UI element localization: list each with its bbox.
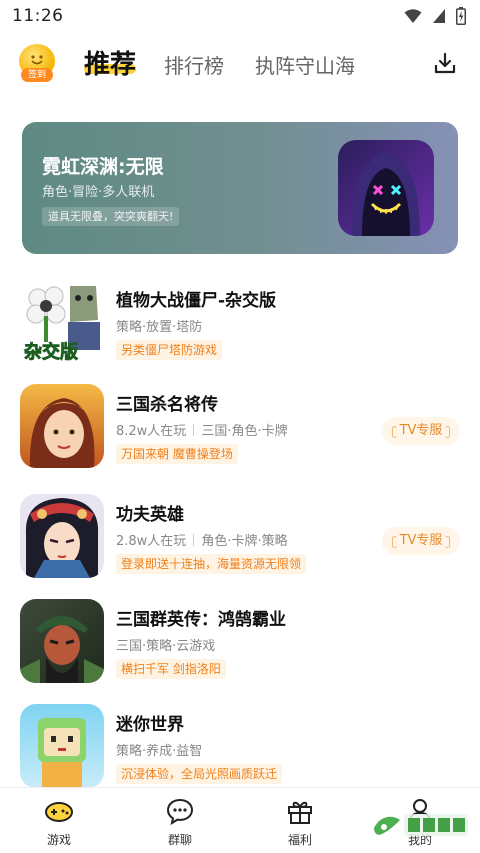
svg-text:杂交版: 杂交版 <box>24 341 78 363</box>
status-icons <box>404 7 466 25</box>
tab-ranking[interactable]: 排行榜 <box>164 50 224 79</box>
game-icon-mini-world <box>20 704 104 788</box>
game-category: 三国·策略·云游戏 <box>116 639 216 654</box>
nav-welfare[interactable]: 福利 <box>260 796 340 852</box>
game-title: 三国杀名将传 <box>116 395 218 415</box>
battery-charging-icon <box>456 7 466 25</box>
wifi-icon <box>404 9 422 23</box>
game-list-item[interactable]: 三国杀名将传 8.2w人在玩 三国·角色·卡牌 万国来朝 魔曹操登场 TV专服 <box>20 384 460 484</box>
game-tag: 横扫千军 剑指洛阳 <box>116 659 226 679</box>
game-tag: 沉浸体验，全局光照画质跃迁 <box>116 764 283 784</box>
tv-server-badge: TV专服 <box>382 417 460 445</box>
game-list-item[interactable]: 杂交版 植物大战僵尸-杂交版 策略·放置·塔防 另类僵尸塔防游戏 <box>20 280 460 380</box>
player-count: 8.2w人在玩 <box>116 424 187 439</box>
game-tag: 万国来朝 魔曹操登场 <box>116 444 238 464</box>
checkin-button[interactable]: 签到 <box>18 44 56 84</box>
game-category: 策略·养成·益智 <box>116 744 203 759</box>
game-meta: 策略·放置·塔防 <box>116 316 202 335</box>
tab-defend-mountains[interactable]: 执阵守山海 <box>255 50 355 79</box>
game-icon-sanguo-qunying <box>20 599 104 683</box>
game-category: 角色·卡牌·策略 <box>201 534 288 549</box>
status-time: 11:26 <box>12 6 64 26</box>
nav-group-chat[interactable]: 群聊 <box>140 796 220 852</box>
game-meta: 策略·养成·益智 <box>116 740 202 759</box>
game-title: 植物大战僵尸-杂交版 <box>116 291 277 311</box>
game-category: 三国·角色·卡牌 <box>201 424 288 439</box>
meta-divider <box>193 423 195 436</box>
download-button[interactable] <box>430 48 460 78</box>
chat-bubble-icon <box>166 798 194 826</box>
game-category: 策略·放置·塔防 <box>116 320 203 335</box>
game-tag: 登录即送十连抽，海量资源无限领 <box>116 554 307 574</box>
game-meta: 2.8w人在玩 角色·卡牌·策略 <box>116 530 288 549</box>
tv-server-badge: TV专服 <box>382 527 460 555</box>
game-icon-sanguosha <box>20 384 104 468</box>
game-meta: 8.2w人在玩 三国·角色·卡牌 <box>116 420 288 439</box>
checkin-badge: 签到 <box>21 68 53 82</box>
game-list-item[interactable]: 三国群英传：鸿鹄霸业 三国·策略·云游戏 横扫千军 剑指洛阳 <box>20 599 460 699</box>
gift-icon <box>288 801 312 824</box>
nav-label: 游戏 <box>46 833 71 847</box>
banner-game-art <box>338 140 434 236</box>
featured-banner[interactable]: 霓虹深渊:无限 角色·冒险·多人联机 道具无限叠，突突爽翻天! <box>22 122 458 254</box>
game-title: 功夫英雄 <box>116 505 184 525</box>
game-title: 迷你世界 <box>116 715 184 735</box>
game-meta: 三国·策略·云游戏 <box>116 635 215 654</box>
player-count: 2.8w人在玩 <box>116 534 187 549</box>
nav-label: 福利 <box>287 833 312 847</box>
banner-tag: 道具无限叠，突突爽翻天! <box>42 207 180 226</box>
smile-icon <box>31 55 43 65</box>
game-icon-kungfu-hero <box>20 494 104 578</box>
nav-label: 群聊 <box>167 833 192 847</box>
game-list-item[interactable]: 功夫英雄 2.8w人在玩 角色·卡牌·策略 登录即送十连抽，海量资源无限领 TV… <box>20 494 460 594</box>
banner-title: 霓虹深渊:无限 <box>42 156 164 178</box>
cellular-signal-icon <box>433 9 445 23</box>
gamepad-icon <box>45 802 73 822</box>
download-icon <box>434 52 456 74</box>
top-nav: 签到 推荐 排行榜 执阵守山海 <box>0 38 480 90</box>
banner-subtitle: 角色·冒险·多人联机 <box>42 185 155 200</box>
game-icon-pvz: 杂交版 <box>20 280 104 364</box>
watermark-logo <box>374 814 468 836</box>
tab-recommend[interactable]: 推荐 <box>84 44 136 81</box>
game-tag: 另类僵尸塔防游戏 <box>116 340 223 360</box>
game-title: 三国群英传：鸿鹄霸业 <box>116 610 286 630</box>
status-bar: 11:26 <box>0 0 480 32</box>
meta-divider <box>193 533 195 546</box>
nav-games[interactable]: 游戏 <box>19 796 99 852</box>
